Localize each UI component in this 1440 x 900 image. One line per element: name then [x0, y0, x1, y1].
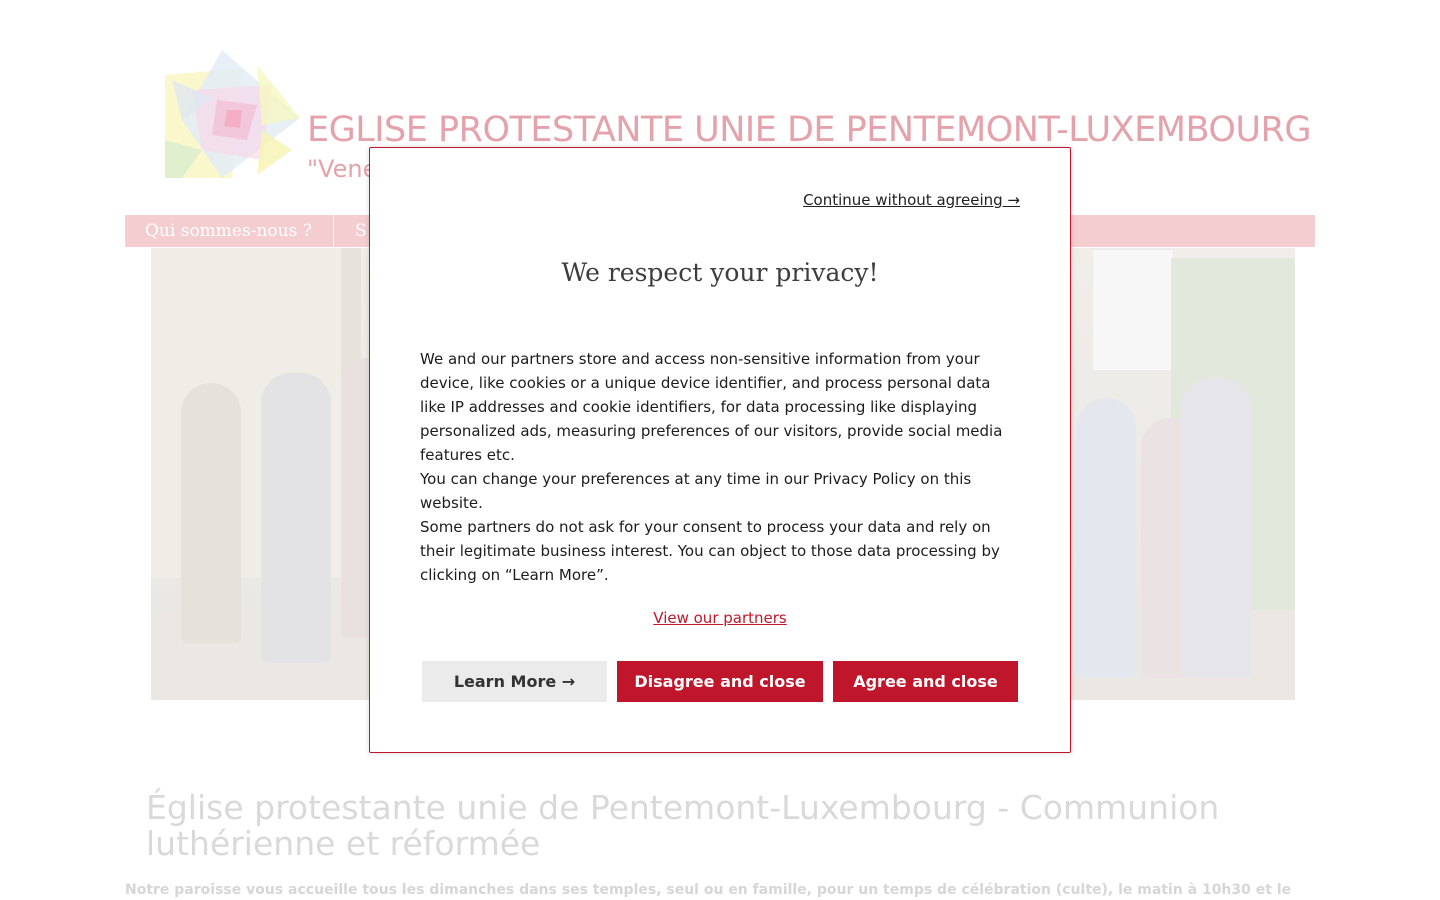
consent-paragraph: We and our partners store and access non…	[420, 350, 1003, 464]
consent-paragraph: You can change your preferences at any t…	[420, 470, 972, 512]
consent-body: We and our partners store and access non…	[420, 347, 1020, 587]
consent-paragraph: Some partners do not ask for your consen…	[420, 518, 1000, 584]
learn-more-button[interactable]: Learn More →	[422, 661, 607, 702]
view-partners-link[interactable]: View our partners	[370, 609, 1070, 627]
disagree-and-close-button[interactable]: Disagree and close	[617, 661, 823, 702]
consent-dialog: Continue without agreeing → We respect y…	[369, 147, 1071, 753]
page: EGLISE PROTESTANTE UNIE DE PENTEMONT-LUX…	[0, 0, 1440, 900]
continue-without-agreeing-link[interactable]: Continue without agreeing →	[803, 191, 1020, 209]
agree-and-close-button[interactable]: Agree and close	[833, 661, 1018, 702]
consent-title: We respect your privacy!	[561, 258, 879, 287]
